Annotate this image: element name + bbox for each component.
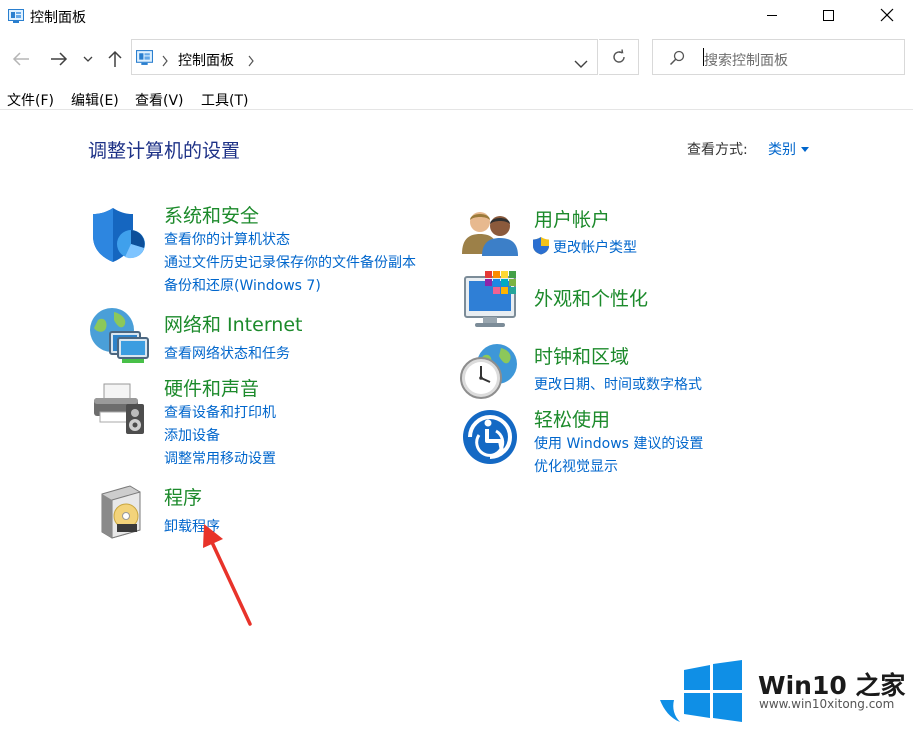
page-title: 调整计算机的设置	[88, 140, 241, 162]
link-file-history-backup[interactable]: 通过文件历史记录保存你的文件备份副本	[164, 252, 416, 272]
minimize-icon	[767, 15, 777, 16]
users-icon[interactable]	[462, 210, 520, 260]
title-bar: 控制面板	[0, 0, 913, 32]
address-dropdown-icon[interactable]	[574, 54, 588, 73]
link-optimize-visual-display[interactable]: 优化视觉显示	[534, 456, 618, 476]
dropdown-triangle-icon	[801, 146, 809, 152]
watermark-url: www.win10xitong.com	[759, 697, 895, 711]
menu-tools[interactable]: 工具(T)	[201, 90, 248, 110]
clock-globe-icon[interactable]	[459, 342, 521, 404]
category-user-accounts[interactable]: 用户帐户	[534, 205, 610, 232]
breadcrumb-separator-icon	[161, 52, 169, 71]
link-mobility-settings[interactable]: 调整常用移动设置	[164, 448, 276, 468]
link-network-status-tasks[interactable]: 查看网络状态和任务	[164, 343, 290, 363]
search-input[interactable]: 搜索控制面板	[704, 50, 788, 70]
maximize-button[interactable]	[805, 0, 851, 30]
category-appearance-personalization[interactable]: 外观和个性化	[534, 284, 648, 311]
network-globe-icon[interactable]	[88, 306, 152, 370]
ease-of-access-icon[interactable]	[462, 409, 518, 469]
refresh-button[interactable]	[599, 39, 639, 75]
link-change-date-time-format[interactable]: 更改日期、时间或数字格式	[534, 374, 702, 394]
back-button[interactable]	[7, 44, 35, 74]
arrow-left-icon	[12, 52, 29, 66]
link-add-device[interactable]: 添加设备	[164, 425, 220, 445]
category-system-security[interactable]: 系统和安全	[164, 201, 259, 228]
minimize-button[interactable]	[749, 0, 795, 30]
printer-icon[interactable]	[90, 382, 148, 440]
arrow-right-icon	[51, 52, 68, 66]
category-ease-of-access[interactable]: 轻松使用	[534, 405, 610, 432]
view-by-label: 查看方式:	[687, 142, 748, 158]
category-clock-region[interactable]: 时钟和区域	[534, 342, 629, 369]
menu-divider	[0, 109, 913, 110]
menu-edit[interactable]: 编辑(E)	[71, 90, 119, 110]
close-button[interactable]	[864, 0, 910, 30]
breadcrumb-chevron-icon[interactable]	[247, 52, 255, 71]
breadcrumb-control-panel[interactable]: 控制面板	[178, 50, 234, 70]
annotation-arrow	[198, 522, 258, 634]
uac-shield-icon	[532, 236, 550, 259]
recent-locations-button[interactable]	[76, 44, 100, 74]
link-devices-printers[interactable]: 查看设备和打印机	[164, 402, 276, 422]
category-programs[interactable]: 程序	[164, 483, 202, 510]
category-hardware-sound[interactable]: 硬件和声音	[164, 374, 259, 401]
control-panel-icon	[8, 8, 24, 23]
programs-disc-icon[interactable]	[96, 484, 144, 544]
view-by-dropdown[interactable]: 类别	[768, 139, 809, 159]
search-icon	[669, 50, 685, 70]
chevron-down-icon	[83, 56, 93, 62]
menu-file[interactable]: 文件(F)	[7, 90, 54, 110]
category-network-internet[interactable]: 网络和 Internet	[164, 310, 302, 337]
refresh-icon	[612, 49, 625, 63]
monitor-palette-icon[interactable]	[463, 271, 521, 333]
link-recommended-settings[interactable]: 使用 Windows 建议的设置	[534, 433, 703, 453]
maximize-icon	[823, 10, 834, 21]
link-backup-restore-win7[interactable]: 备份和还原(Windows 7)	[164, 275, 321, 295]
up-button[interactable]	[101, 44, 129, 74]
link-view-computer-status[interactable]: 查看你的计算机状态	[164, 229, 290, 249]
forward-button[interactable]	[45, 44, 73, 74]
address-control-panel-icon	[136, 50, 153, 69]
link-change-account-type[interactable]: 更改帐户类型	[553, 237, 637, 257]
window-title: 控制面板	[30, 10, 86, 26]
shield-icon[interactable]	[91, 206, 147, 268]
win10-logo-icon	[660, 660, 744, 730]
view-by-value: 类别	[768, 142, 796, 158]
arrow-up-icon	[108, 50, 122, 67]
close-icon	[880, 8, 894, 22]
menu-view[interactable]: 查看(V)	[135, 90, 184, 110]
